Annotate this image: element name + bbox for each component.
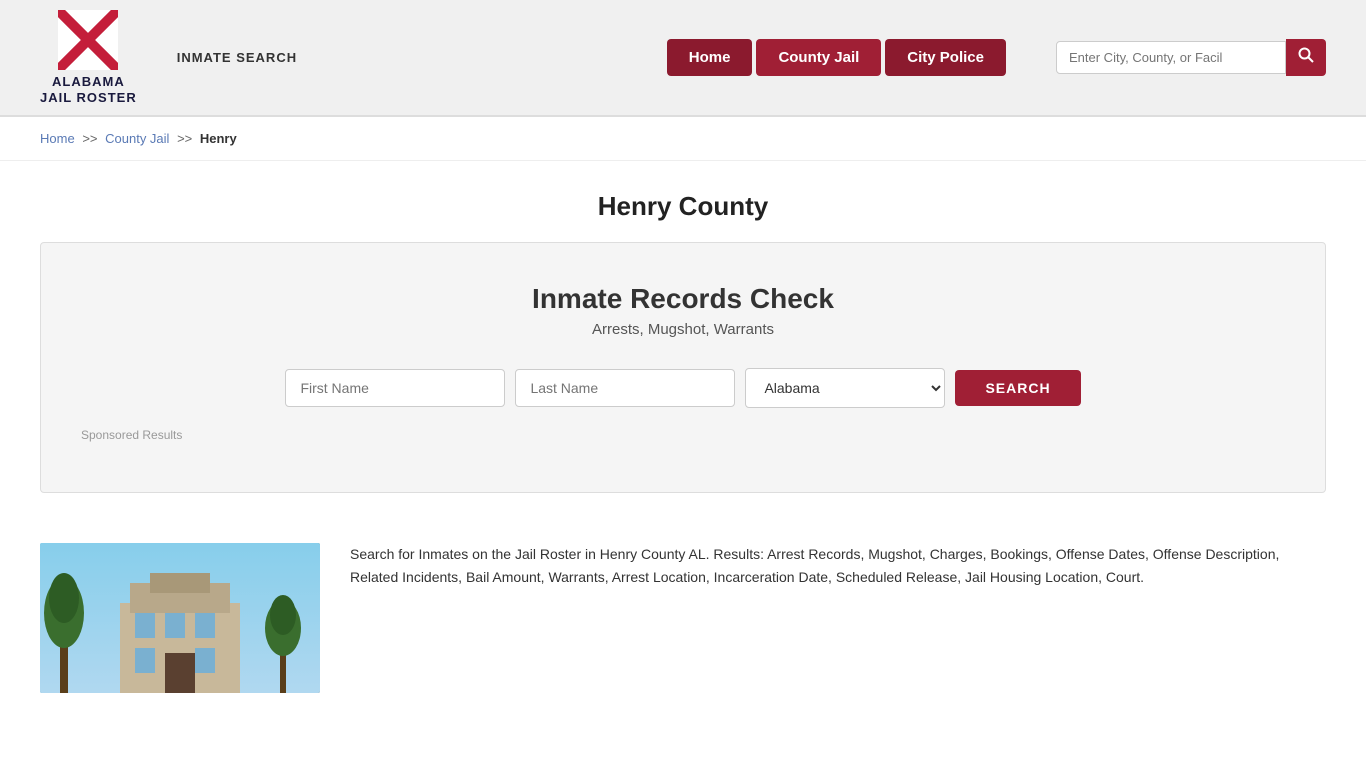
- header-search-bar: [1056, 39, 1326, 76]
- county-building-image: [40, 543, 320, 693]
- inmate-search-link[interactable]: INMATE SEARCH: [177, 50, 297, 65]
- breadcrumb: Home >> County Jail >> Henry: [0, 117, 1366, 161]
- records-box-subtitle: Arrests, Mugshot, Warrants: [81, 321, 1285, 338]
- nav-home-button[interactable]: Home: [667, 39, 753, 76]
- header-search-input[interactable]: [1056, 41, 1286, 74]
- header-search-button[interactable]: [1286, 39, 1326, 76]
- breadcrumb-county-jail-link[interactable]: County Jail: [105, 131, 169, 146]
- inmate-search-form: Alabama Alaska Arizona Arkansas Californ…: [81, 368, 1285, 408]
- nav-county-jail-button[interactable]: County Jail: [756, 39, 881, 76]
- breadcrumb-current: Henry: [200, 131, 237, 146]
- inmate-search-submit-button[interactable]: SEARCH: [955, 370, 1080, 406]
- building-illustration: [40, 543, 320, 693]
- breadcrumb-separator-1: >>: [82, 131, 97, 146]
- page-title: Henry County: [40, 191, 1326, 222]
- first-name-input[interactable]: [285, 369, 505, 407]
- nav-city-police-button[interactable]: City Police: [885, 39, 1006, 76]
- main-nav: Home County Jail City Police: [667, 39, 1006, 76]
- page-title-area: Henry County: [0, 161, 1366, 242]
- logo-link[interactable]: ALABAMA JAIL ROSTER: [40, 10, 137, 105]
- breadcrumb-separator-2: >>: [177, 131, 192, 146]
- logo-text: ALABAMA JAIL ROSTER: [40, 74, 137, 105]
- county-description: Search for Inmates on the Jail Roster in…: [350, 543, 1326, 588]
- last-name-input[interactable]: [515, 369, 735, 407]
- state-select[interactable]: Alabama Alaska Arizona Arkansas Californ…: [745, 368, 945, 408]
- alabama-flag-icon: [58, 10, 118, 70]
- search-icon: [1298, 47, 1314, 63]
- sponsored-results-label: Sponsored Results: [81, 428, 1285, 442]
- records-check-box: Inmate Records Check Arrests, Mugshot, W…: [40, 242, 1326, 493]
- breadcrumb-home-link[interactable]: Home: [40, 131, 75, 146]
- bottom-section: Search for Inmates on the Jail Roster in…: [0, 523, 1366, 713]
- site-header: ALABAMA JAIL ROSTER INMATE SEARCH Home C…: [0, 0, 1366, 117]
- records-box-title: Inmate Records Check: [81, 283, 1285, 315]
